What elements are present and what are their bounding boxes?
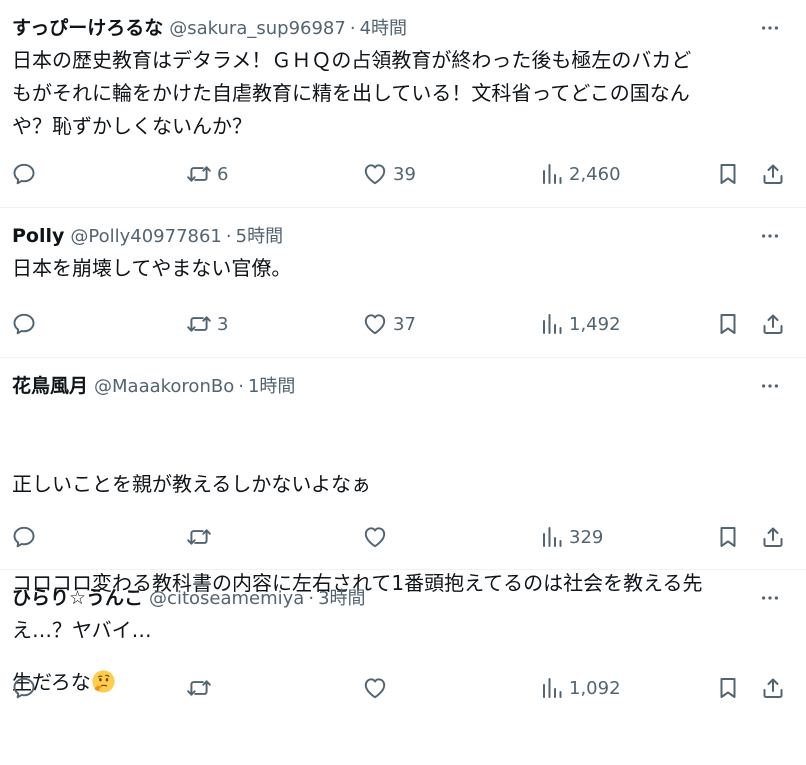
views-button[interactable]: 329: [540, 520, 603, 554]
tweet-header: Polly @Polly40977861 · 5時間: [12, 222, 794, 251]
share-button[interactable]: [761, 307, 785, 341]
more-options-button[interactable]: [756, 14, 784, 42]
tweet[interactable]: 花鳥風月 @MaaakoronBo · 1時間 正しいことを親が教えるしかないよ…: [0, 358, 806, 694]
bookmark-button[interactable]: [716, 671, 740, 705]
three-dots-icon: [759, 587, 781, 609]
display-name[interactable]: Polly: [12, 222, 64, 250]
tweet[interactable]: すっぴーけろるな @sakura_sup96987 · 4時間 日本の歴史教育は…: [0, 0, 806, 208]
share-button[interactable]: [761, 157, 785, 191]
reply-button[interactable]: [11, 307, 42, 341]
bar-chart-icon: [540, 525, 564, 549]
view-count: 2,460: [569, 163, 621, 185]
bookmark-button[interactable]: [716, 157, 740, 191]
reply-button[interactable]: [11, 157, 42, 191]
retweet-count: 6: [217, 163, 229, 185]
separator-dot: ·: [349, 18, 356, 39]
tweet-text-line: 正しいことを親が教えるしかないよなぁ: [12, 472, 371, 496]
share-icon: [761, 676, 785, 700]
reply-icon: [11, 675, 37, 701]
retweet-icon: [186, 524, 212, 550]
share-button[interactable]: [761, 520, 785, 554]
separator-dot: ·: [225, 226, 232, 247]
tweet-text: え…？ヤバイ…: [12, 618, 152, 642]
action-bar: 1,092: [0, 671, 806, 705]
retweet-button[interactable]: [186, 671, 217, 705]
retweet-count: 3: [217, 313, 229, 335]
share-button[interactable]: [761, 671, 785, 705]
like-button[interactable]: [362, 520, 393, 554]
bar-chart-icon: [540, 162, 564, 186]
action-bar: 329: [0, 520, 806, 554]
bar-chart-icon: [540, 676, 564, 700]
bookmark-button[interactable]: [716, 520, 740, 554]
tweet-text: 日本を崩壊してやまない官僚。: [12, 256, 292, 280]
like-count: 37: [393, 313, 416, 335]
reply-button[interactable]: [11, 671, 42, 705]
tweet-header: 花鳥風月 @MaaakoronBo · 1時間: [12, 372, 794, 401]
user-handle[interactable]: @MaaakoronBo: [94, 373, 234, 401]
timestamp[interactable]: 5時間: [236, 223, 283, 251]
tweet[interactable]: ひらり☆うんこ @citoseamemiya · 3時間 え…？ヤバイ… 1,0…: [0, 570, 806, 706]
views-button[interactable]: 1,492: [540, 307, 621, 341]
like-button[interactable]: 39: [362, 157, 416, 191]
view-count: 329: [569, 526, 604, 548]
timestamp[interactable]: 3時間: [318, 585, 365, 613]
action-bar: 6 39 2,460: [0, 157, 806, 191]
bookmark-button[interactable]: [716, 307, 740, 341]
bookmark-icon: [716, 525, 740, 549]
tweet-header: ひらり☆うんこ @citoseamemiya · 3時間: [12, 584, 794, 613]
separator-dot: ·: [308, 588, 315, 609]
bar-chart-icon: [540, 312, 564, 336]
more-options-button[interactable]: [756, 584, 784, 612]
user-handle[interactable]: @Polly40977861: [70, 223, 222, 251]
tweet-header: すっぴーけろるな @sakura_sup96987 · 4時間: [12, 14, 794, 43]
separator-dot: ·: [238, 376, 244, 397]
reply-icon: [11, 311, 37, 337]
timestamp[interactable]: 1時間: [248, 373, 295, 401]
three-dots-icon: [759, 225, 781, 247]
heart-icon: [362, 311, 388, 337]
heart-icon: [362, 524, 388, 550]
tweet-text: 日本の歴史教育はデタラメ！ＧＨＱの占領教育が終わった後も極左のバカど もがそれに…: [12, 48, 692, 138]
display-name[interactable]: 花鳥風月: [12, 372, 88, 400]
reply-icon: [11, 524, 37, 550]
retweet-icon: [186, 311, 212, 337]
view-count: 1,092: [569, 677, 621, 699]
timestamp[interactable]: 4時間: [360, 15, 407, 43]
reply-icon: [11, 161, 37, 187]
views-button[interactable]: 2,460: [540, 157, 621, 191]
three-dots-icon: [759, 375, 781, 397]
retweet-button[interactable]: 3: [186, 307, 228, 341]
like-button[interactable]: [362, 671, 393, 705]
user-handle[interactable]: @citoseamemiya: [149, 585, 304, 613]
more-options-button[interactable]: [756, 372, 784, 400]
like-button[interactable]: 37: [362, 307, 416, 341]
bookmark-icon: [716, 312, 740, 336]
retweet-icon: [186, 161, 212, 187]
views-button[interactable]: 1,092: [540, 671, 621, 705]
more-options-button[interactable]: [756, 222, 784, 250]
bookmark-icon: [716, 162, 740, 186]
heart-icon: [362, 675, 388, 701]
retweet-icon: [186, 675, 212, 701]
share-icon: [761, 525, 785, 549]
user-handle[interactable]: @sakura_sup96987: [169, 15, 346, 43]
retweet-button[interactable]: [186, 520, 217, 554]
reply-button[interactable]: [11, 520, 42, 554]
retweet-button[interactable]: 6: [186, 157, 228, 191]
share-icon: [761, 312, 785, 336]
action-bar: 3 37 1,492: [0, 307, 806, 341]
like-count: 39: [393, 163, 416, 185]
heart-icon: [362, 161, 388, 187]
display-name[interactable]: ひらり☆うんこ: [12, 584, 143, 612]
three-dots-icon: [759, 17, 781, 39]
tweet[interactable]: Polly @Polly40977861 · 5時間 日本を崩壊してやまない官僚…: [0, 208, 806, 358]
display-name[interactable]: すっぴーけろるな: [12, 14, 163, 42]
view-count: 1,492: [569, 313, 621, 335]
share-icon: [761, 162, 785, 186]
bookmark-icon: [716, 676, 740, 700]
